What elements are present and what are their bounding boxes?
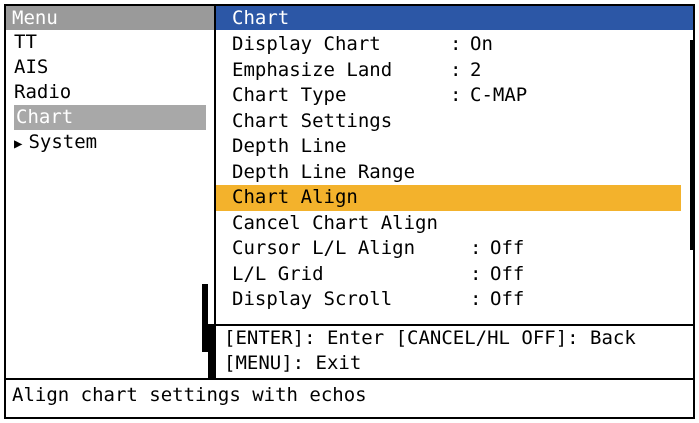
help-divider [208, 324, 216, 378]
menu-item-radio[interactable]: Radio [6, 80, 214, 105]
help-line-keys: [ENTER]: Enter [CANCEL/HL OFF]: Back [224, 327, 636, 349]
item-label: Emphasize Land [232, 58, 393, 81]
triangle-right-icon: ▶ [14, 136, 23, 152]
chart-item-ll-grid[interactable]: L/L Grid: Off [216, 262, 693, 288]
item-label: L/L Grid [232, 262, 324, 285]
item-label: Depth Line Range [232, 160, 416, 183]
chart-item-cursor-ll-align[interactable]: Cursor L/L Align: Off [216, 236, 693, 262]
chart-item-chart-settings[interactable]: Chart Settings [216, 109, 693, 135]
chart-submenu-list: Display Chart: On Emphasize Land:2 Chart … [216, 32, 693, 313]
menu-item-chart[interactable]: Chart [14, 105, 206, 130]
item-label: Cursor L/L Align [232, 237, 416, 259]
item-colon: : [450, 58, 462, 81]
help-line-exit: [MENU]: Exit [224, 352, 362, 374]
menu-item-label: AIS [14, 56, 49, 78]
menu-item-label: TT [14, 31, 37, 53]
menu-item-label: System [28, 131, 98, 153]
item-label: Display Chart [232, 33, 381, 55]
chart-item-depth-line-range[interactable]: Depth Line Range [216, 160, 693, 186]
chart-submenu-title: Chart [216, 6, 693, 30]
chart-item-emphasize-land[interactable]: Emphasize Land:2 [216, 58, 693, 84]
item-label: Depth Line [232, 135, 347, 157]
chart-item-display-scroll[interactable]: Display Scroll: Off [216, 287, 693, 313]
item-value: Off [490, 262, 525, 285]
item-colon: : [470, 237, 482, 259]
item-colon: : [470, 262, 482, 285]
key-help-panel: [ENTER]: Enter [CANCEL/HL OFF]: Back [ME… [216, 324, 693, 378]
main-menu-pane: Menu TT AIS Radio Chart ▶ System [6, 6, 216, 352]
status-description: Align chart settings with echos [6, 378, 693, 417]
menu-item-label: Chart [16, 106, 74, 128]
item-value: Off [490, 288, 525, 310]
item-colon: : [450, 84, 462, 106]
item-label: Chart Settings [232, 109, 393, 132]
chart-item-cancel-chart-align[interactable]: Cancel Chart Align [216, 211, 693, 237]
main-menu-title: Menu [6, 6, 214, 30]
item-value: On [470, 33, 493, 55]
item-value: Off [490, 237, 525, 259]
menu-window: Menu TT AIS Radio Chart ▶ System Chart Di… [4, 4, 695, 419]
item-value: C-MAP [470, 84, 528, 106]
chart-item-chart-align[interactable]: Chart Align [216, 185, 681, 211]
menu-item-ais[interactable]: AIS [6, 55, 214, 80]
chart-item-display-chart[interactable]: Display Chart: On [216, 32, 693, 58]
item-value: 2 [470, 58, 482, 81]
submenu-scrollbar[interactable] [690, 40, 693, 250]
item-label: Cancel Chart Align [232, 211, 438, 234]
menu-item-tt[interactable]: TT [6, 30, 214, 55]
chart-item-depth-line[interactable]: Depth Line [216, 134, 693, 160]
chart-item-chart-type[interactable]: Chart Type: C-MAP [216, 83, 693, 109]
item-colon: : [450, 33, 462, 55]
menu-item-label: Radio [14, 81, 72, 103]
item-label: Display Scroll [232, 288, 393, 310]
menu-item-system[interactable]: ▶ System [6, 130, 214, 155]
chart-submenu-pane: Chart Display Chart: On Emphasize Land:2 … [216, 6, 693, 352]
main-menu-list: TT AIS Radio Chart ▶ System [6, 30, 214, 155]
item-label: Chart Align [232, 186, 358, 208]
item-label: Chart Type [232, 84, 347, 106]
item-colon: : [470, 288, 482, 310]
